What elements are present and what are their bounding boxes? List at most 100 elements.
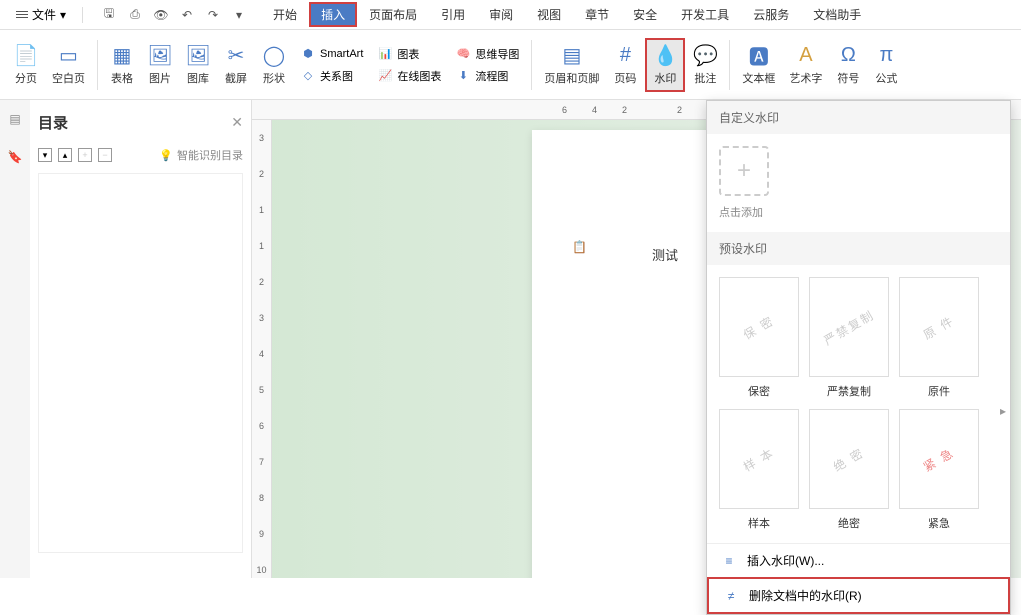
blank-page-icon: ▭ <box>57 44 81 68</box>
symbol-button[interactable]: Ω 符号 <box>830 40 866 90</box>
save-icon[interactable]: 🖫 <box>101 7 117 23</box>
tab-review[interactable]: 审阅 <box>477 2 525 27</box>
preset-urgent[interactable]: 紧 急 紧急 <box>899 409 979 531</box>
toc-title: 目录 <box>38 112 68 133</box>
chart-button[interactable]: 📊 图表 <box>371 44 447 64</box>
equation-button[interactable]: π 公式 <box>868 40 904 90</box>
preview-icon[interactable]: 👁 <box>153 7 169 23</box>
flowchart-icon: ⬇ <box>455 68 471 84</box>
preset-sample[interactable]: 样 本 样本 <box>719 409 799 531</box>
divider <box>97 40 98 90</box>
toc-icon[interactable]: ▤ <box>6 110 24 128</box>
tab-insert[interactable]: 插入 <box>309 2 357 27</box>
tab-security[interactable]: 安全 <box>621 2 669 27</box>
smartart-button[interactable]: ⬢ SmartArt <box>294 44 369 64</box>
preset-watermark-title: 预设水印 <box>707 232 1010 265</box>
mindmap-button[interactable]: 🧠 思维导图 <box>449 44 525 64</box>
tab-view[interactable]: 视图 <box>525 2 573 27</box>
tab-cloud[interactable]: 云服务 <box>741 2 801 27</box>
collapse-icon[interactable]: ▾ <box>38 148 52 162</box>
screenshot-button[interactable]: ✂ 截屏 <box>218 40 254 90</box>
expand-icon[interactable]: ▴ <box>58 148 72 162</box>
watermark-button[interactable]: 💧 水印 <box>645 38 685 92</box>
add-icon[interactable]: + <box>78 148 92 162</box>
shape-button[interactable]: ◯ 形状 <box>256 40 292 90</box>
page-break-icon: 📄 <box>14 44 38 68</box>
watermark-dropdown: 自定义水印 + 点击添加 预设水印 保 密 保密 严禁复制 严禁复制 原 件 原… <box>706 100 1011 615</box>
picture-button[interactable]: 🖼 图片 <box>142 40 178 90</box>
mindmap-icon: 🧠 <box>455 46 471 62</box>
preset-original[interactable]: 原 件 原件 <box>899 277 979 399</box>
document-text[interactable]: 测试 <box>652 245 678 264</box>
hamburger-icon <box>16 11 28 18</box>
toc-content <box>38 173 243 553</box>
divider <box>531 40 532 90</box>
add-watermark-label: 点击添加 <box>719 204 763 220</box>
custom-watermark-title: 自定义水印 <box>707 101 1010 134</box>
preset-confidential[interactable]: 保 密 保密 <box>719 277 799 399</box>
smartart-icon: ⬢ <box>300 46 316 62</box>
tab-section[interactable]: 章节 <box>573 2 621 27</box>
comment-button[interactable]: 💬 批注 <box>687 40 723 90</box>
relation-button[interactable]: ◇ 关系图 <box>294 66 369 86</box>
textbox-button[interactable]: 🅰 文本框 <box>736 40 781 90</box>
chart-icon: 📊 <box>377 46 393 62</box>
add-watermark-button[interactable]: + <box>719 146 769 196</box>
page-number-button[interactable]: # 页码 <box>607 40 643 90</box>
textbox-icon: 🅰 <box>747 44 771 68</box>
page-number-icon: # <box>613 44 637 68</box>
watermark-icon: 💧 <box>653 44 677 68</box>
table-button[interactable]: ▦ 表格 <box>104 40 140 90</box>
quick-access-toolbar: 🖫 ⎙ 👁 ↶ ↷ ▾ <box>101 7 247 23</box>
remove-icon[interactable]: − <box>98 148 112 162</box>
gallery-icon: 🖼 <box>186 44 210 68</box>
wordart-button[interactable]: A 艺术字 <box>783 40 828 90</box>
bulb-icon: 💡 <box>159 149 173 162</box>
tab-page-layout[interactable]: 页面布局 <box>357 2 429 27</box>
file-menu[interactable]: 文件 ▾ <box>8 4 74 25</box>
close-icon[interactable]: ✕ <box>231 114 243 131</box>
relation-icon: ◇ <box>300 68 316 84</box>
print-icon[interactable]: ⎙ <box>127 7 143 23</box>
toc-panel: 目录 ✕ ▾ ▴ + − 💡 智能识别目录 <box>30 100 252 578</box>
insert-icon: ≡ <box>721 553 737 569</box>
screenshot-icon: ✂ <box>224 44 248 68</box>
wordart-icon: A <box>794 44 818 68</box>
symbol-icon: Ω <box>836 44 860 68</box>
picture-icon: 🖼 <box>148 44 172 68</box>
scroll-indicator[interactable]: ▸ <box>1000 404 1006 418</box>
blank-page-button[interactable]: ▭ 空白页 <box>46 40 91 90</box>
gallery-button[interactable]: 🖼 图库 <box>180 40 216 90</box>
paragraph-options-icon[interactable]: 📋 <box>572 240 586 256</box>
delete-watermark-action[interactable]: ≠ 删除文档中的水印(R) <box>707 577 1010 614</box>
shape-icon: ◯ <box>262 44 286 68</box>
left-sidebar: ▤ 🔖 <box>0 100 30 578</box>
header-footer-icon: ▤ <box>560 44 584 68</box>
preset-no-copy[interactable]: 严禁复制 严禁复制 <box>809 277 889 399</box>
chevron-down-icon: ▾ <box>60 8 66 22</box>
online-chart-icon: 📈 <box>377 68 393 84</box>
page-break-button[interactable]: 📄 分页 <box>8 40 44 90</box>
tabs: 开始 插入 页面布局 引用 审阅 视图 章节 安全 开发工具 云服务 文档助手 <box>261 2 873 27</box>
divider <box>729 40 730 90</box>
tab-start[interactable]: 开始 <box>261 2 309 27</box>
insert-watermark-action[interactable]: ≡ 插入水印(W)... <box>707 544 1010 577</box>
tab-reference[interactable]: 引用 <box>429 2 477 27</box>
dropdown-icon[interactable]: ▾ <box>231 7 247 23</box>
equation-icon: π <box>874 44 898 68</box>
divider <box>82 7 83 23</box>
undo-icon[interactable]: ↶ <box>179 7 195 23</box>
table-icon: ▦ <box>110 44 134 68</box>
online-chart-button[interactable]: 📈 在线图表 <box>371 66 447 86</box>
ribbon: 📄 分页 ▭ 空白页 ▦ 表格 🖼 图片 🖼 图库 ✂ 截屏 ◯ 形状 ⬢ Sm… <box>0 30 1021 100</box>
tab-dev-tools[interactable]: 开发工具 <box>669 2 741 27</box>
bookmark-icon[interactable]: 🔖 <box>6 148 24 166</box>
preset-top-secret[interactable]: 绝 密 绝密 <box>809 409 889 531</box>
redo-icon[interactable]: ↷ <box>205 7 221 23</box>
tab-doc-assistant[interactable]: 文档助手 <box>801 2 873 27</box>
vertical-ruler[interactable]: 3 2 1 1 2 3 4 5 6 7 8 9 10 11 12 <box>252 120 272 578</box>
flowchart-button[interactable]: ⬇ 流程图 <box>449 66 525 86</box>
smart-identify-button[interactable]: 💡 智能识别目录 <box>159 147 243 163</box>
preset-grid: 保 密 保密 严禁复制 严禁复制 原 件 原件 样 本 样本 绝 密 绝密 紧 … <box>707 265 1010 543</box>
header-footer-button[interactable]: ▤ 页眉和页脚 <box>538 40 605 90</box>
